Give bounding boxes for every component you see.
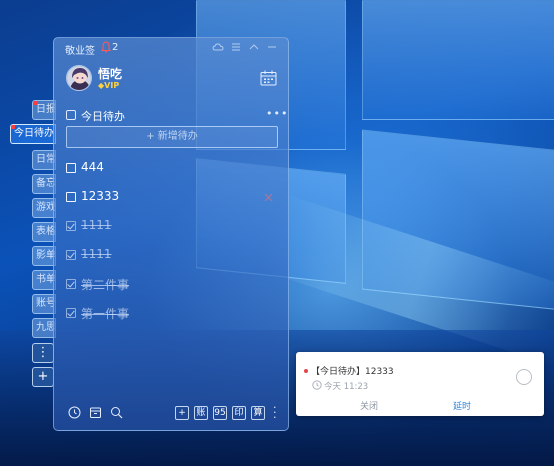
notification-count: 2 xyxy=(112,42,119,53)
avatar[interactable] xyxy=(66,65,92,91)
todo-checkbox[interactable] xyxy=(66,192,76,202)
clock-icon[interactable] xyxy=(68,406,81,419)
snooze-button[interactable]: 延时 xyxy=(453,399,471,412)
todo-checkbox-checked[interactable] xyxy=(66,250,76,260)
side-tab-today-todo[interactable]: 今日待办 xyxy=(10,124,56,144)
add-tab-button[interactable]: + xyxy=(32,367,54,387)
calendar-icon[interactable] xyxy=(260,70,277,86)
todo-text: 1111 xyxy=(81,218,112,232)
todo-item[interactable]: 1111 xyxy=(66,247,278,265)
todo-text: 第一件事 xyxy=(81,307,130,321)
todo-panel: 敬业签 2 悟吃 ◆VIP 今日待办 ••• + 新增待办 444 12333 … xyxy=(53,37,289,431)
username: 悟吃 xyxy=(98,67,123,81)
notification-time: 今天 11:23 xyxy=(324,382,369,392)
todo-checkbox-checked[interactable] xyxy=(66,308,76,318)
app-title: 敬业签 xyxy=(65,46,95,57)
account-book-button[interactable]: 账 xyxy=(194,406,208,420)
add-todo-input[interactable]: + 新增待办 xyxy=(66,126,278,148)
priority-dot xyxy=(304,369,308,373)
vip-badge-label: VIP xyxy=(104,81,120,90)
toolbar-more-icon[interactable]: · · · xyxy=(273,402,279,423)
unread-mark xyxy=(11,125,15,129)
archive-icon[interactable] xyxy=(89,406,102,419)
list-title: 今日待办 xyxy=(81,110,125,123)
bell-icon[interactable] xyxy=(101,41,111,53)
list-more-icon[interactable]: ••• xyxy=(266,107,288,120)
todo-checkbox-checked[interactable] xyxy=(66,221,76,231)
clock-icon xyxy=(312,380,322,390)
search-icon[interactable] xyxy=(110,406,123,419)
calculator-button[interactable]: 算 xyxy=(251,406,265,420)
reminder-flag-icon xyxy=(264,193,273,202)
todo-text: 1111 xyxy=(81,247,112,261)
todo-checkbox[interactable] xyxy=(66,163,76,173)
print-button[interactable]: 印 xyxy=(232,406,246,420)
complete-circle-button[interactable] xyxy=(516,369,532,385)
todo-text: 12333 xyxy=(81,189,120,203)
todo-item[interactable]: 1111 xyxy=(66,218,278,236)
vip-badge: ◆VIP xyxy=(98,81,119,90)
todo-item[interactable]: 444 xyxy=(66,160,278,178)
collapse-icon[interactable] xyxy=(248,41,260,53)
menu-icon[interactable] xyxy=(230,41,242,53)
more-tabs-button[interactable]: ⋮ xyxy=(32,343,54,363)
todo-checkbox-checked[interactable] xyxy=(66,279,76,289)
bottom-toolbar: + 账 95 印 算 · · · xyxy=(54,402,288,424)
cloud-sync-icon[interactable] xyxy=(212,41,224,53)
notification-title: 【今日待办】12333 xyxy=(311,367,394,377)
title-bar[interactable]: 敬业签 2 xyxy=(54,38,288,58)
todo-text: 444 xyxy=(81,160,104,174)
close-button[interactable]: 关闭 xyxy=(360,399,378,412)
list-checkbox-icon xyxy=(66,110,76,120)
todo-item[interactable]: 12333 xyxy=(66,189,278,207)
number-button[interactable]: 95 xyxy=(213,406,227,420)
todo-item[interactable]: 第二件事 xyxy=(66,276,278,294)
add-note-button[interactable]: + xyxy=(175,406,189,420)
unread-mark xyxy=(33,101,37,105)
reminder-notification: 【今日待办】12333 今天 11:23 关闭 延时 xyxy=(296,352,544,416)
window-pane-decoration xyxy=(362,0,554,120)
minimize-icon[interactable] xyxy=(266,41,278,53)
todo-text: 第二件事 xyxy=(81,278,130,292)
side-tab-label: 今日待办 xyxy=(14,128,54,139)
todo-item[interactable]: 第一件事 xyxy=(66,305,278,323)
avatar-image xyxy=(67,66,91,90)
